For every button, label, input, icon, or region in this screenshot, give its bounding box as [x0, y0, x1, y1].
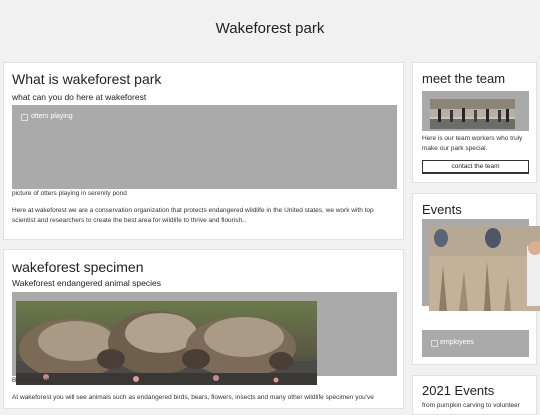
employees-image-alt: employees: [440, 339, 474, 346]
about-subheading: what can you do here at wakeforest: [12, 92, 147, 102]
specimen-body: At wakeforest you will see animals such …: [12, 394, 374, 401]
team-card: meet the team Here is our team workers w…: [412, 62, 537, 183]
otters-caption: picture of otters playing in serenity po…: [12, 190, 127, 197]
events-heading: Events: [422, 202, 462, 217]
site-title: Wakeforest park: [215, 20, 325, 37]
specimen-subheading: Wakeforest endangered animal species: [12, 278, 161, 288]
team-body: Here is our team workers who truly make …: [422, 135, 523, 152]
bears-photo: [16, 301, 317, 385]
broken-image-icon: [431, 340, 438, 347]
events-2021-card: 2021 Events from pumpkin carving to volu…: [412, 375, 537, 415]
bears-caption: Bears eating: [12, 377, 49, 384]
about-body: Here at wakeforest we are a conservation…: [12, 207, 374, 224]
site-header: Wakeforest park: [0, 0, 540, 58]
about-card: What is wakeforest park what can you do …: [3, 62, 404, 240]
broken-image-icon: [21, 114, 28, 121]
contact-team-button[interactable]: contact the team: [422, 160, 529, 174]
otters-image: otters playing: [12, 105, 397, 189]
events-2021-body: from pumpkin carving to volunteer: [422, 402, 520, 409]
specimen-heading: wakeforest specimen: [12, 259, 144, 275]
events-2021-heading: 2021 Events: [422, 383, 495, 398]
team-photo: [430, 99, 515, 129]
about-heading: What is wakeforest park: [12, 71, 162, 87]
employees-image: employees: [422, 330, 529, 357]
specimen-card: wakeforest specimen Wakeforest endangere…: [3, 249, 404, 409]
otters-image-alt: otters playing: [31, 113, 73, 120]
team-heading: meet the team: [422, 71, 506, 86]
events-photo: [429, 226, 540, 311]
